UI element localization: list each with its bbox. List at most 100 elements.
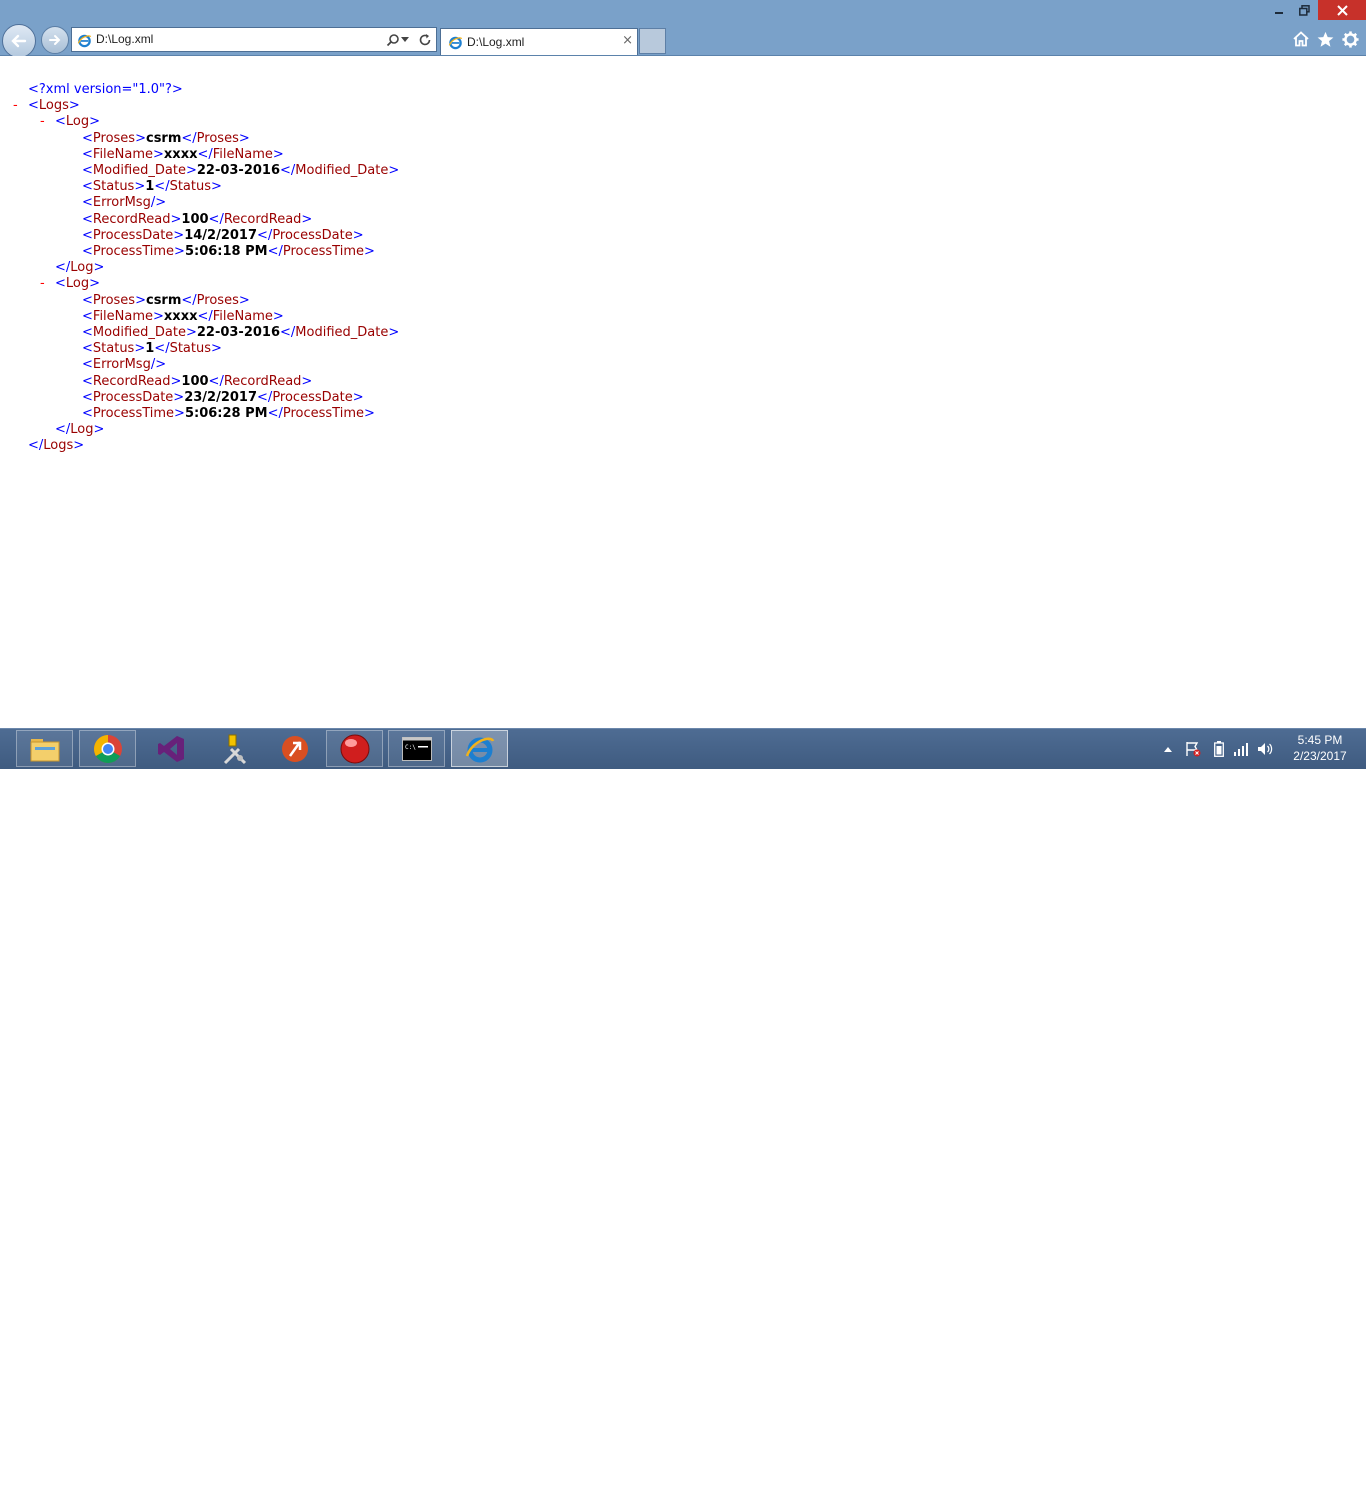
- xml-value: 14/2/2017: [184, 227, 258, 243]
- xml-tag-name: Status: [169, 341, 212, 357]
- xml-bracket: </: [154, 341, 170, 357]
- xml-bracket: <: [55, 114, 66, 130]
- address-url[interactable]: D:\Log.xml: [96, 32, 153, 46]
- tab-close-icon[interactable]: ×: [622, 34, 633, 48]
- cmd-icon: C:\: [401, 736, 432, 761]
- xml-log-open: <Log>: [55, 276, 100, 292]
- minimize-button[interactable]: [1268, 0, 1290, 20]
- xml-tag-name: Logs: [38, 98, 69, 114]
- taskbar-visual-studio[interactable]: [142, 730, 199, 767]
- xml-bracket: </: [28, 438, 44, 454]
- xml-declaration-line: <?xml version="1.0"?>: [28, 82, 183, 98]
- xml-bracket: >: [272, 308, 284, 324]
- xml-bracket: <: [55, 276, 66, 292]
- xml-value: 23/2/2017: [184, 389, 258, 405]
- xml-field-line: <Status>1</Status>: [82, 341, 222, 357]
- xml-tag-name: ProcessDate: [272, 227, 353, 243]
- xml-tag-name: Modified_Date: [92, 325, 186, 340]
- xml-tag-name: ProcessDate: [272, 389, 353, 405]
- back-button[interactable]: [2, 24, 36, 58]
- taskbar-file-explorer[interactable]: [16, 730, 73, 767]
- xml-value: 5:06:18 PM: [184, 244, 268, 259]
- xml-bracket: />: [150, 195, 167, 211]
- xml-bracket: >: [89, 114, 101, 130]
- xml-tag-name: Status: [92, 179, 135, 195]
- network-signal-icon[interactable]: [1232, 740, 1250, 758]
- filezilla-icon: [281, 735, 308, 762]
- xml-tag-name: Logs: [43, 438, 74, 454]
- xml-bracket: >: [301, 373, 313, 389]
- taskbar-clock[interactable]: 5:45 PM 2/23/2017: [1280, 732, 1360, 764]
- tab-log-xml[interactable]: D:\Log.xml ×: [440, 28, 638, 55]
- collapse-toggle[interactable]: -: [40, 114, 45, 130]
- collapse-toggle[interactable]: -: [13, 98, 18, 114]
- taskbar-command-prompt[interactable]: C:\: [388, 730, 445, 767]
- ie-icon: [465, 736, 494, 762]
- taskbar-chrome[interactable]: [79, 730, 136, 767]
- xml-bracket: <: [82, 389, 93, 405]
- xml-field-line: <ErrorMsg/>: [82, 195, 166, 211]
- ie-page-icon: [75, 31, 93, 49]
- action-center-flag-icon[interactable]: [1184, 740, 1202, 758]
- xml-tag-name: ProcessTime: [92, 244, 175, 259]
- tools-icon: [223, 734, 246, 764]
- xml-bracket: </: [181, 130, 197, 146]
- xml-tag-name: FileName: [212, 146, 273, 162]
- gear-icon[interactable]: [1339, 28, 1361, 50]
- xml-bracket: <: [82, 325, 93, 340]
- xml-tag-name: Log: [70, 422, 94, 438]
- home-icon[interactable]: [1290, 28, 1312, 50]
- xml-bracket: >: [68, 98, 80, 114]
- xml-bracket: <: [82, 341, 93, 357]
- taskbar-tools[interactable]: [204, 730, 261, 767]
- xml-bracket: <: [82, 179, 93, 195]
- xml-tag-name: ProcessTime: [282, 406, 364, 421]
- favorites-star-icon[interactable]: [1314, 28, 1336, 50]
- xml-bracket: <: [82, 373, 93, 389]
- xml-tag-name: FileName: [212, 308, 273, 324]
- dropdown-arrow-icon[interactable]: [400, 31, 410, 49]
- collapse-toggle[interactable]: -: [40, 276, 45, 292]
- forward-button[interactable]: [41, 26, 69, 54]
- xml-bracket: >: [173, 227, 185, 243]
- xml-tag-name: Proses: [196, 292, 239, 308]
- xml-tag-name: ProcessTime: [92, 406, 175, 421]
- xml-tag-name: Log: [65, 114, 90, 130]
- address-bar[interactable]: D:\Log.xml: [71, 27, 437, 52]
- ie-tab-icon: [446, 33, 464, 51]
- xml-bracket: >: [134, 179, 146, 195]
- close-icon: [1336, 4, 1348, 16]
- xml-bracket: >: [135, 130, 146, 146]
- xml-bracket: <: [82, 406, 93, 421]
- taskbar-record-app[interactable]: [326, 730, 383, 767]
- show-hidden-icons-arrow-icon[interactable]: [1162, 740, 1174, 758]
- refresh-icon[interactable]: [416, 31, 434, 49]
- xml-value: csrm: [145, 292, 182, 308]
- xml-value: 1: [145, 179, 155, 195]
- xml-tag-name: ProcessTime: [282, 244, 364, 259]
- xml-bracket: >: [352, 389, 364, 405]
- xml-bracket: >: [153, 308, 164, 324]
- xml-tag-name: Log: [65, 276, 90, 292]
- xml-bracket: >: [272, 146, 284, 162]
- xml-bracket: >: [238, 130, 250, 146]
- restore-button[interactable]: [1292, 0, 1316, 20]
- battery-icon[interactable]: [1212, 740, 1226, 758]
- xml-root-open: <Logs>: [28, 98, 80, 114]
- xml-bracket: >: [135, 292, 146, 308]
- folder-icon: [30, 738, 59, 761]
- xml-tag-name: RecordRead: [92, 211, 171, 227]
- xml-tag-name: Modified_Date: [295, 325, 389, 340]
- xml-bracket: >: [170, 373, 182, 389]
- asus-watermark: ASUS: [1186, 1471, 1242, 1490]
- xml-field-line: <Status>1</Status>: [82, 179, 222, 195]
- xml-bracket: </: [280, 325, 296, 340]
- taskbar-internet-explorer[interactable]: [451, 730, 508, 767]
- taskbar-filezilla[interactable]: [266, 730, 323, 767]
- new-tab-button[interactable]: [639, 28, 666, 54]
- volume-icon[interactable]: [1256, 740, 1274, 758]
- xml-root-close: </Logs>: [28, 438, 84, 454]
- xml-field-line: <RecordRead>100</RecordRead>: [82, 374, 312, 390]
- close-button[interactable]: [1318, 0, 1366, 20]
- xml-bracket: </: [208, 211, 224, 227]
